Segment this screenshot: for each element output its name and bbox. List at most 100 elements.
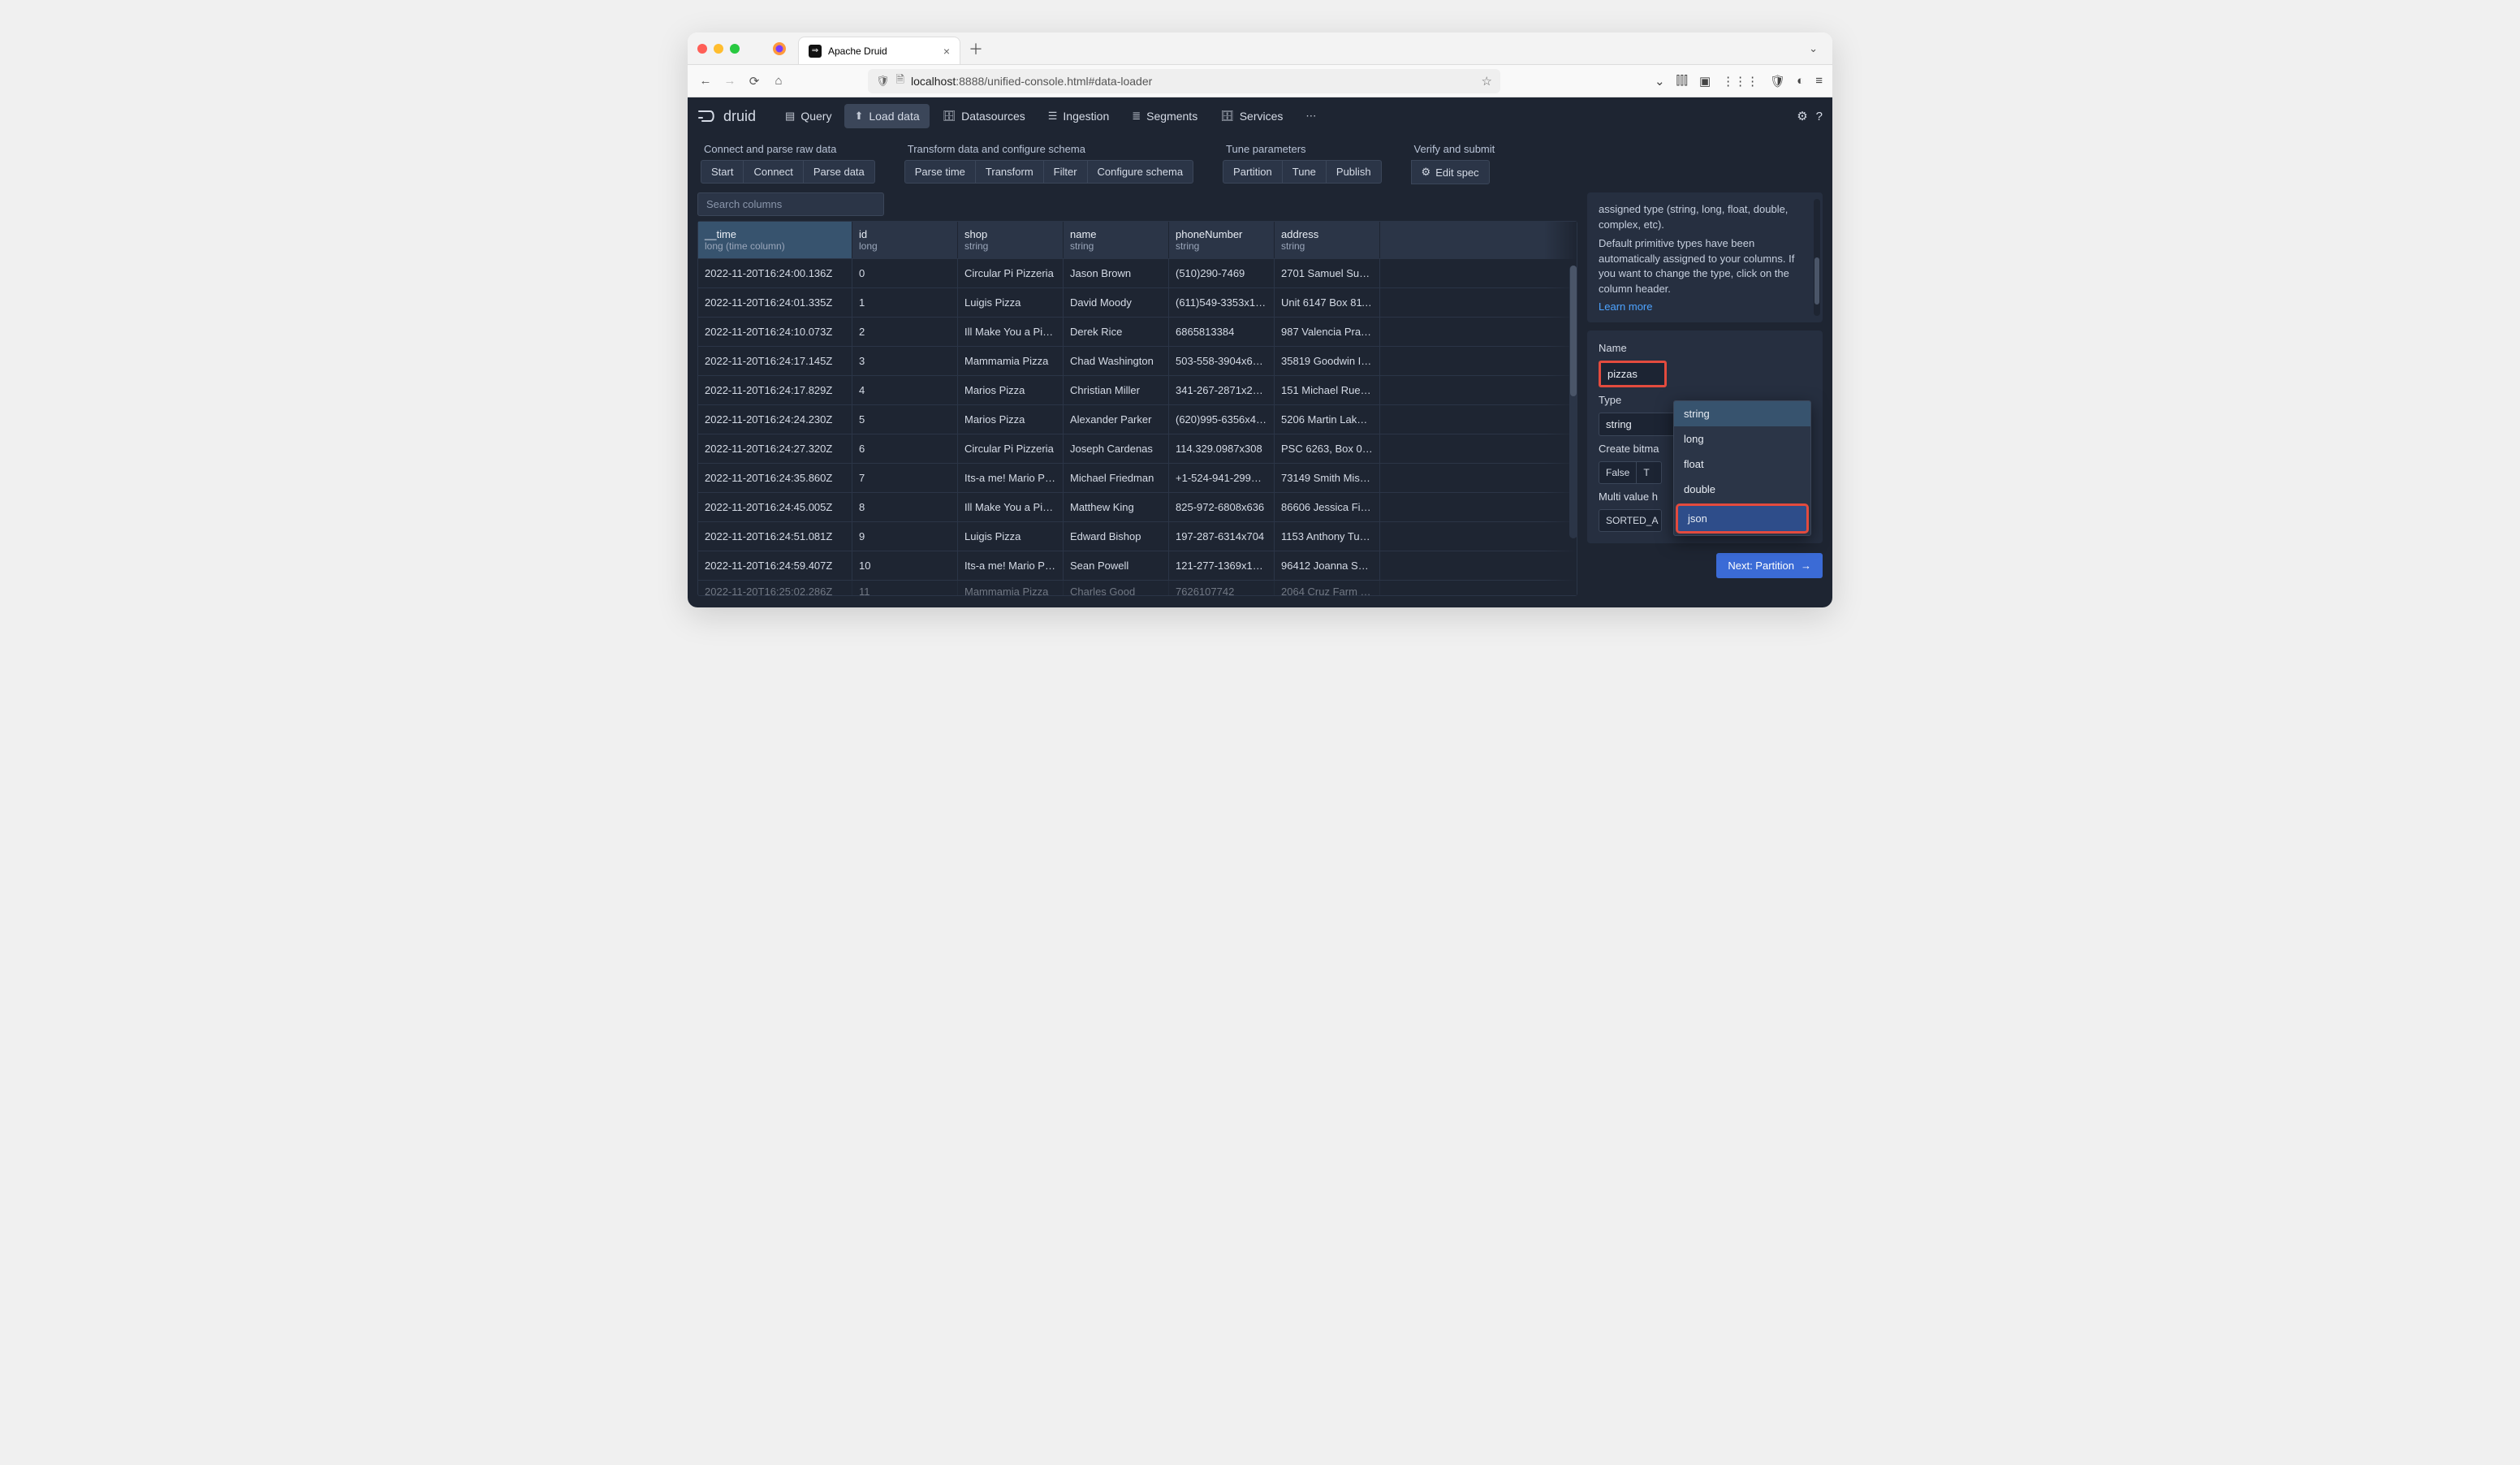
back-button[interactable]: ← <box>697 74 714 88</box>
type-option-double[interactable]: double <box>1674 477 1810 502</box>
bookmark-icon[interactable]: ☆ <box>1482 74 1492 89</box>
table-header: __timelong (time column)idlongshopstring… <box>698 222 1577 258</box>
step-connect[interactable]: Connect <box>744 160 803 184</box>
step-tune[interactable]: Tune <box>1283 160 1327 184</box>
column-editor: Name Type string Create bitma False T Mu… <box>1587 331 1823 543</box>
column-header[interactable]: phoneNumberstring <box>1169 222 1275 258</box>
nav-query[interactable]: ▤Query <box>775 104 841 128</box>
step-parse-data[interactable]: Parse data <box>804 160 875 184</box>
column-header[interactable]: namestring <box>1064 222 1169 258</box>
search-input[interactable]: Search columns <box>697 192 884 216</box>
nav-datasources[interactable]: 🗄Datasources <box>933 104 1035 128</box>
logo[interactable]: druid <box>697 108 756 125</box>
ublock-icon[interactable]: 🛡 <box>1770 74 1785 89</box>
home-button[interactable]: ⌂ <box>770 74 787 88</box>
nav-segments[interactable]: ≣Segments <box>1122 104 1207 128</box>
panel-scrollbar[interactable] <box>1814 199 1820 316</box>
vertical-scrollbar[interactable] <box>1569 266 1577 538</box>
next-button[interactable]: Next: Partition→ <box>1716 553 1823 578</box>
extension-icon[interactable]: ◐ <box>1797 74 1804 88</box>
table-cell: Charles Good <box>1064 581 1169 595</box>
step-start[interactable]: Start <box>701 160 744 184</box>
type-option-long[interactable]: long <box>1674 426 1810 452</box>
close-window[interactable] <box>697 44 707 54</box>
step-parse-time[interactable]: Parse time <box>904 160 976 184</box>
nav-more[interactable]: ⋯ <box>1296 104 1326 128</box>
reload-button[interactable]: ⟳ <box>746 74 762 89</box>
table-cell: 2022-11-20T16:24:45.005Z <box>698 493 852 521</box>
column-header[interactable]: idlong <box>852 222 958 258</box>
mvh-value[interactable]: SORTED_A <box>1599 509 1662 532</box>
nav-ingestion[interactable]: ☰Ingestion <box>1038 104 1119 128</box>
urlbar: ← → ⟳ ⌂ 🛡 🗎 localhost:8888/unified-conso… <box>688 65 1832 97</box>
table-row: 2022-11-20T16:24:45.005Z8Ill Make You a … <box>698 492 1577 521</box>
column-header[interactable]: shopstring <box>958 222 1064 258</box>
table-cell: 197-287-6314x704 <box>1169 522 1275 551</box>
table-row: 2022-11-20T16:24:00.136Z0Circular Pi Piz… <box>698 258 1577 287</box>
table-cell: 151 Michael Rue Nanc <box>1275 376 1380 404</box>
name-input[interactable] <box>1599 361 1667 387</box>
arrow-right-icon: → <box>1801 560 1811 572</box>
table-row: 2022-11-20T16:24:10.073Z2Ill Make You a … <box>698 317 1577 346</box>
reader-icon[interactable]: ▣ <box>1699 74 1711 89</box>
maximize-window[interactable] <box>730 44 740 54</box>
table-cell: Jason Brown <box>1064 259 1169 287</box>
step-edit-spec[interactable]: ⚙Edit spec <box>1411 160 1490 184</box>
step-group-title: Connect and parse raw data <box>701 143 875 155</box>
close-tab-icon[interactable]: × <box>943 45 950 58</box>
tab-title: Apache Druid <box>828 45 887 57</box>
nav-services[interactable]: 🗄Services <box>1210 104 1292 128</box>
step-transform[interactable]: Transform <box>976 160 1044 184</box>
browser-tab[interactable]: ⇒ Apache Druid × <box>798 37 960 64</box>
step-filter[interactable]: Filter <box>1044 160 1088 184</box>
bitmap-false[interactable]: False <box>1599 461 1637 484</box>
table-cell: 2022-11-20T16:25:02.286Z <box>698 581 852 595</box>
more-icon: ⋯ <box>1305 110 1316 123</box>
nav-load-data[interactable]: ⬆Load data <box>844 104 929 128</box>
table-cell: Derek Rice <box>1064 318 1169 346</box>
table-cell: 2701 Samuel Summit S <box>1275 259 1380 287</box>
table-cell: 987 Valencia Prairie Ea <box>1275 318 1380 346</box>
table-cell: (611)549-3353x14675 <box>1169 288 1275 317</box>
type-option-float[interactable]: float <box>1674 452 1810 477</box>
table-cell: 2022-11-20T16:24:01.335Z <box>698 288 852 317</box>
table-cell: Its-a me! Mario Pizza! <box>958 464 1064 492</box>
table-row: 2022-11-20T16:24:59.407Z10Its-a me! Mari… <box>698 551 1577 580</box>
table-cell: Unit 6147 Box 8114 DF <box>1275 288 1380 317</box>
minimize-window[interactable] <box>714 44 723 54</box>
sliders-icon: ⚙ <box>1422 166 1431 179</box>
table-cell: Christian Miller <box>1064 376 1169 404</box>
lock-icon[interactable]: 🗎 <box>896 72 904 90</box>
type-dropdown: string long float double json <box>1673 400 1811 536</box>
library-icon[interactable]: ⫿⫿⫿ <box>1676 74 1688 88</box>
gear-icon[interactable]: ⚙ <box>1797 109 1807 123</box>
table-cell: 4 <box>852 376 958 404</box>
column-header[interactable]: __timelong (time column) <box>698 222 852 258</box>
step-partition[interactable]: Partition <box>1223 160 1283 184</box>
tabs-dropdown-icon[interactable]: ⌄ <box>1809 42 1818 55</box>
table-cell: 2 <box>852 318 958 346</box>
table-cell: 2022-11-20T16:24:35.860Z <box>698 464 852 492</box>
table-cell: 2022-11-20T16:24:24.230Z <box>698 405 852 434</box>
column-header[interactable]: addressstring <box>1275 222 1380 258</box>
pocket-icon[interactable]: ⌄ <box>1655 74 1665 89</box>
new-tab-button[interactable]: ＋ <box>969 38 983 59</box>
step-publish[interactable]: Publish <box>1327 160 1382 184</box>
url-field[interactable]: 🛡 🗎 localhost:8888/unified-console.html#… <box>868 69 1500 93</box>
type-option-json[interactable]: json <box>1676 503 1809 534</box>
shield-icon[interactable]: 🛡 <box>876 75 890 88</box>
step-configure-schema[interactable]: Configure schema <box>1088 160 1194 184</box>
bitmap-true[interactable]: T <box>1637 461 1662 484</box>
help-icon[interactable]: ? <box>1816 110 1823 123</box>
table-row: 2022-11-20T16:24:27.320Z6Circular Pi Piz… <box>698 434 1577 463</box>
grid-icon[interactable]: ⋮⋮⋮ <box>1722 74 1758 89</box>
table-cell: 2022-11-20T16:24:10.073Z <box>698 318 852 346</box>
learn-more-link[interactable]: Learn more <box>1599 300 1811 313</box>
table-row: 2022-11-20T16:24:24.230Z5Marios PizzaAle… <box>698 404 1577 434</box>
table-cell: 114.329.0987x308 <box>1169 434 1275 463</box>
table-cell: Mammamia Pizza <box>958 581 1064 595</box>
hamburger-icon[interactable]: ≡ <box>1815 74 1823 88</box>
type-option-string[interactable]: string <box>1674 401 1810 426</box>
table-cell: 9 <box>852 522 958 551</box>
upload-icon: ⬆ <box>854 110 863 123</box>
